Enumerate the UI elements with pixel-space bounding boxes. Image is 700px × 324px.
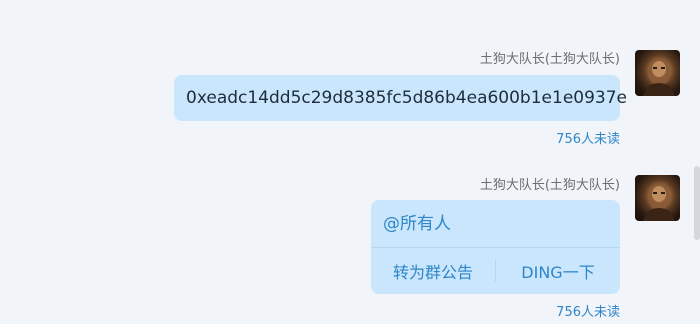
read-status[interactable]: 756人未读 xyxy=(556,305,620,321)
ding-button[interactable]: DING一下 xyxy=(496,259,620,283)
sender-name: 土狗大队长(土狗大队长) xyxy=(479,178,620,193)
ding-message-bubble[interactable]: @所有人 转为群公告 DING一下 xyxy=(371,200,620,294)
convert-to-announcement-button[interactable]: 转为群公告 xyxy=(371,259,495,283)
read-status[interactable]: 756人未读 xyxy=(556,132,620,148)
ding-action-bar: 转为群公告 DING一下 xyxy=(371,248,620,294)
chat-message-list: 土狗大队长(土狗大队长) 0xeadc14dd5c29d8385fc5d86b4… xyxy=(0,0,700,324)
sender-name: 土狗大队长(土狗大队长) xyxy=(479,52,620,67)
sender-avatar[interactable] xyxy=(635,175,680,221)
message-text: 0xeadc14dd5c29d8385fc5d86b4ea600b1e1e093… xyxy=(186,88,627,108)
mention-all-text: @所有人 xyxy=(383,214,451,234)
message-bubble[interactable]: 0xeadc14dd5c29d8385fc5d86b4ea600b1e1e093… xyxy=(174,75,627,121)
sender-avatar[interactable] xyxy=(635,50,680,96)
vertical-scrollbar[interactable] xyxy=(694,166,700,240)
